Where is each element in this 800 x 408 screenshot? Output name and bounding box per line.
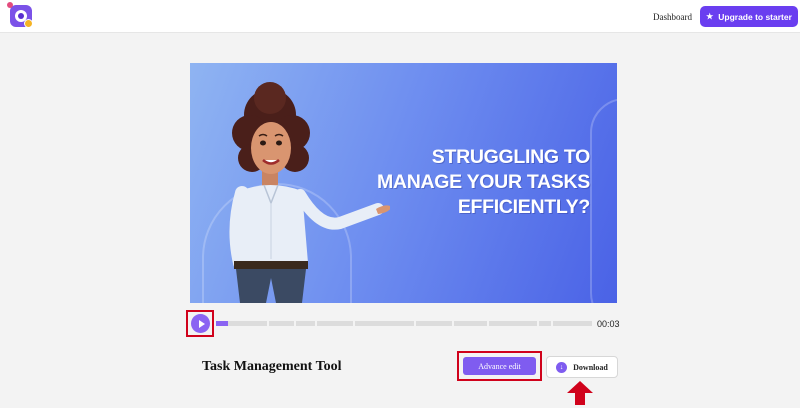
progress-segment[interactable]: [355, 321, 414, 326]
logo-badge: [24, 19, 33, 28]
progress-segment[interactable]: [488, 321, 538, 326]
app-logo[interactable]: [7, 2, 33, 28]
progress-fill: [216, 321, 228, 326]
progress-segment[interactable]: [453, 321, 487, 326]
play-icon: [198, 319, 205, 328]
project-title: Task Management Tool: [202, 359, 342, 374]
advance-edit-button[interactable]: Advance edit: [463, 357, 536, 375]
headline-line: MANAGE YOUR TASKS: [376, 171, 590, 193]
up-arrow-annotation-icon: [567, 381, 593, 405]
video-headline: STRUGGLING TO MANAGE YOUR TASKS EFFICIEN…: [350, 145, 590, 220]
nav-dashboard-link[interactable]: Dashboard: [653, 12, 692, 22]
download-button-label: Download: [573, 362, 608, 372]
decorative-pill: [590, 98, 617, 303]
headline-line: EFFICIENTLY?: [457, 196, 590, 218]
upgrade-button-label: Upgrade to starter: [718, 11, 792, 22]
logo-dot: [7, 2, 13, 8]
progress-bar[interactable]: [216, 321, 593, 326]
play-button-highlight: [186, 310, 214, 337]
download-icon: ↓: [556, 361, 568, 373]
download-button[interactable]: ↓ Download: [546, 356, 618, 378]
video-preview[interactable]: STRUGGLING TO MANAGE YOUR TASKS EFFICIEN…: [190, 63, 617, 303]
playback-time: 00:03: [597, 319, 620, 329]
progress-segment[interactable]: [295, 321, 316, 326]
headline-line: STRUGGLING TO: [431, 146, 591, 168]
progress-segment[interactable]: [553, 321, 593, 326]
play-button[interactable]: [191, 314, 210, 333]
star-icon: ★: [706, 12, 714, 21]
advance-edit-highlight: Advance edit: [457, 351, 542, 381]
progress-segment[interactable]: [539, 321, 552, 326]
top-bar: Dashboard ★ Upgrade to starter: [0, 0, 800, 33]
progress-segment[interactable]: [317, 321, 354, 326]
upgrade-button[interactable]: ★ Upgrade to starter: [700, 6, 798, 27]
progress-segment[interactable]: [415, 321, 452, 326]
progress-segment[interactable]: [268, 321, 294, 326]
